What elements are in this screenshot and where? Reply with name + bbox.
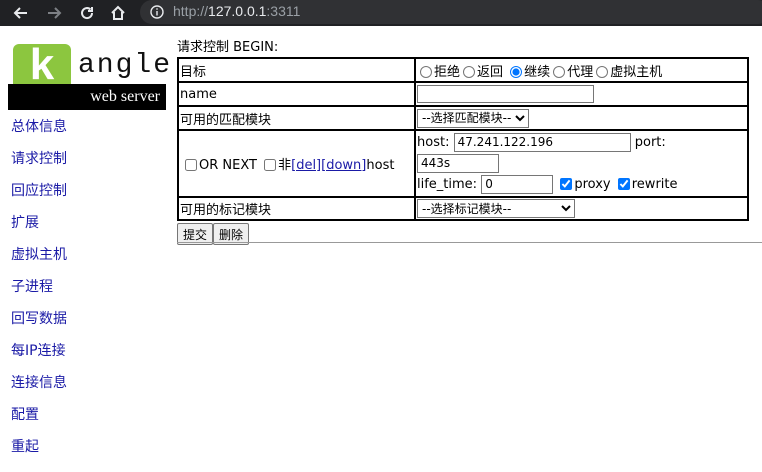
target-option-return[interactable]: 返回 <box>460 65 503 80</box>
logo-subtitle: web server <box>90 88 160 105</box>
target-label: 目标 <box>178 58 415 82</box>
sidebar-item-connections[interactable]: 连接信息 <box>11 375 67 391</box>
main-content: 请求控制 BEGIN: 目标 拒绝 返回 继续 代理 虚拟主机 name 可用的匹配模… <box>177 40 762 245</box>
form-title: 请求控制 BEGIN: <box>177 40 279 55</box>
port-input[interactable] <box>417 153 499 173</box>
back-icon[interactable] <box>10 2 32 24</box>
url-text: http://127.0.0.1:3311 <box>173 3 301 19</box>
sidebar-item-request-control[interactable]: 请求控制 <box>11 151 67 167</box>
rewrite-checkbox[interactable] <box>617 178 630 190</box>
or-next-label: OR NEXT <box>199 158 257 173</box>
sidebar-item-config[interactable]: 配置 <box>11 407 39 423</box>
reload-icon[interactable] <box>76 2 98 24</box>
name-input[interactable] <box>417 85 594 103</box>
logo-wordmark: angle <box>78 50 173 81</box>
not-checkbox[interactable] <box>264 159 277 171</box>
del-link[interactable]: [del] <box>291 158 321 173</box>
sidebar-item-writeback[interactable]: 回写数据 <box>11 311 67 327</box>
sidebar-item-overview[interactable]: 总体信息 <box>11 119 67 135</box>
logo-k-letter: k <box>29 40 55 89</box>
address-bar[interactable]: http://127.0.0.1:3311 <box>140 0 762 24</box>
target-options: 拒绝 返回 继续 代理 虚拟主机 <box>415 58 748 82</box>
not-label: 非 <box>278 158 292 173</box>
content-divider <box>177 242 762 243</box>
forward-icon[interactable] <box>43 2 65 24</box>
match-module-label: 可用的匹配模块 <box>178 106 415 130</box>
sidebar-item-subprocess[interactable]: 子进程 <box>11 279 53 295</box>
sidebar-item-extensions[interactable]: 扩展 <box>11 215 39 231</box>
proxy-checkbox[interactable] <box>560 178 573 190</box>
name-label: name <box>178 82 415 106</box>
match-module-select[interactable]: --选择匹配模块-- <box>417 108 529 128</box>
mark-module-label: 可用的标记模块 <box>178 197 415 220</box>
match-row-controls: OR NEXT 非[del][down]host <box>178 130 415 197</box>
sidebar-item-per-ip[interactable]: 每IP连接 <box>11 343 66 359</box>
sidebar-item-response-control[interactable]: 回应控制 <box>11 183 67 199</box>
proxy-label: proxy <box>574 177 611 192</box>
info-icon[interactable] <box>150 5 164 19</box>
or-next-checkbox[interactable] <box>185 159 197 171</box>
browser-toolbar: http://127.0.0.1:3311 <box>0 0 762 26</box>
life-time-input[interactable] <box>481 174 554 194</box>
target-option-proxy[interactable]: 代理 <box>550 65 593 80</box>
host-input[interactable] <box>453 132 631 152</box>
port-label: port: <box>634 135 666 150</box>
host-label: host: <box>417 135 450 150</box>
target-option-continue[interactable]: 继续 <box>507 65 550 80</box>
module-name: host <box>366 158 395 173</box>
request-control-form: 目标 拒绝 返回 继续 代理 虚拟主机 name 可用的匹配模块 --选择匹配模块--… <box>177 57 749 221</box>
sidebar-menu: 总体信息 请求控制 回应控制 扩展 虚拟主机 子进程 回写数据 每IP连接 连接… <box>11 119 67 471</box>
target-option-reject[interactable]: 拒绝 <box>417 65 460 80</box>
rewrite-label: rewrite <box>631 177 678 192</box>
sidebar-item-restart[interactable]: 重起 <box>11 439 39 455</box>
sidebar-item-virtual-host[interactable]: 虚拟主机 <box>11 247 67 263</box>
home-icon[interactable] <box>107 2 129 24</box>
target-option-vhost[interactable]: 虚拟主机 <box>593 65 662 80</box>
mark-module-select[interactable]: --选择标记模块-- <box>417 199 575 218</box>
down-link[interactable]: [down] <box>321 158 366 173</box>
kangle-logo: k angle web server <box>8 40 170 110</box>
life-time-label: life_time: <box>417 177 478 192</box>
